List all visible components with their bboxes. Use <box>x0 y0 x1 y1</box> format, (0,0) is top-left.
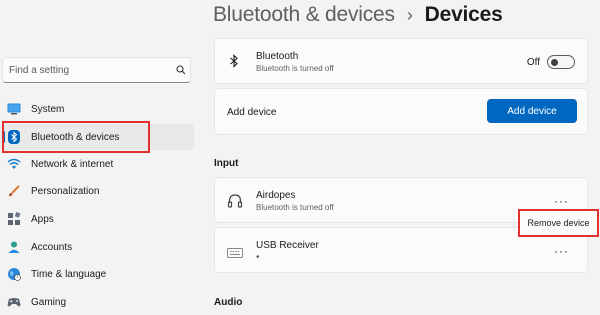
bluetooth-toggle-label: Off <box>526 57 540 68</box>
headphones-icon <box>227 193 243 214</box>
toggle-knob <box>551 58 558 66</box>
page-title: Devices <box>424 3 503 26</box>
sidebar-item-personalization[interactable]: Personalization <box>0 178 194 204</box>
bluetooth-icon <box>7 130 21 144</box>
wifi-icon <box>7 157 21 171</box>
sidebar-item-system[interactable]: System <box>0 96 194 122</box>
search-icon[interactable] <box>172 65 190 75</box>
add-device-card: Add device Add device <box>214 88 588 135</box>
sidebar-item-label: Gaming <box>31 296 67 308</box>
brush-icon <box>7 184 21 198</box>
system-icon <box>7 102 21 116</box>
sidebar-item-label: Network & internet <box>31 158 114 170</box>
sidebar-item-time-language[interactable]: Time & language <box>0 261 194 287</box>
sidebar-item-label: Apps <box>31 213 54 225</box>
device-status: • <box>256 252 260 263</box>
sidebar-item-gaming[interactable]: Gaming <box>0 289 194 315</box>
sidebar-item-label: Bluetooth & devices <box>31 131 120 143</box>
more-options-button[interactable]: ··· <box>554 245 569 257</box>
sidebar-item-label: Time & language <box>31 268 107 280</box>
bluetooth-status: Bluetooth is turned off <box>256 64 334 73</box>
more-options-button[interactable]: ··· <box>554 195 569 207</box>
bluetooth-title: Bluetooth <box>256 51 299 62</box>
apps-icon <box>7 212 21 226</box>
search-input[interactable] <box>3 63 172 77</box>
sidebar-item-label: System <box>31 103 65 115</box>
sidebar-item-bluetooth-devices[interactable]: Bluetooth & devices <box>0 124 194 150</box>
add-device-label: Add device <box>227 107 277 118</box>
search-box[interactable] <box>2 57 191 83</box>
add-device-button[interactable]: Add device <box>487 99 577 123</box>
breadcrumb-separator: › <box>406 4 413 25</box>
sidebar-item-network[interactable]: Network & internet <box>0 151 194 177</box>
section-audio: Audio <box>214 297 243 308</box>
bluetooth-card: Bluetooth Bluetooth is turned off Off <box>214 38 588 84</box>
globe-icon <box>7 267 21 281</box>
bluetooth-toggle[interactable] <box>547 55 575 69</box>
keyboard-icon <box>227 245 243 263</box>
breadcrumb-parent[interactable]: Bluetooth & devices <box>213 3 395 27</box>
sidebar-item-label: Accounts <box>31 241 73 253</box>
sidebar-item-accounts[interactable]: Accounts <box>0 234 194 260</box>
gaming-icon <box>7 295 21 309</box>
breadcrumb: Bluetooth & devices › Devices <box>213 0 503 30</box>
sidebar-item-label: Personalization <box>31 185 100 197</box>
device-name: Airdopes <box>256 190 296 201</box>
bluetooth-icon <box>229 54 239 73</box>
section-input: Input <box>214 158 239 169</box>
person-icon <box>7 240 21 254</box>
remove-device-menu-item[interactable]: Remove device <box>518 209 599 237</box>
sidebar-item-apps[interactable]: Apps <box>0 206 194 232</box>
device-status: Bluetooth is turned off <box>256 203 334 212</box>
device-name: USB Receiver <box>256 240 319 251</box>
